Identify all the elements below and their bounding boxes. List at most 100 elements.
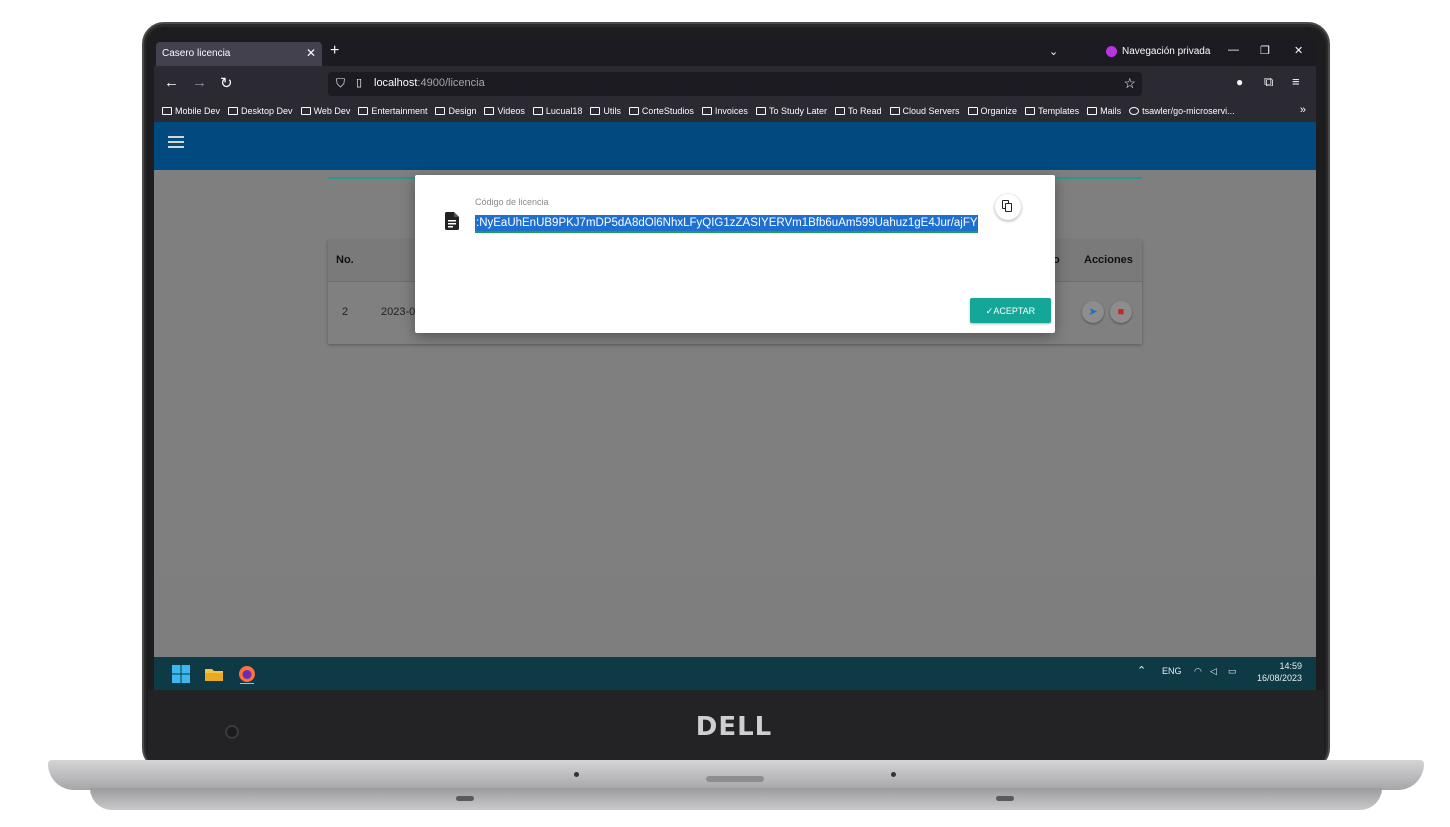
column-header-actions: Acciones — [1084, 254, 1133, 266]
tab-bar: Casero licencia ✕ + ⌄ Navegación privada… — [154, 40, 1316, 66]
clock-time: 14:59 — [1279, 661, 1302, 671]
github-icon — [1129, 107, 1140, 115]
license-code-label: Código de licencia — [475, 197, 549, 207]
bookmark-folder[interactable]: CorteStudios — [628, 106, 694, 116]
folder-icon — [484, 107, 495, 115]
forward-icon[interactable]: → — [192, 74, 207, 91]
bookmark-folder[interactable]: Utils — [590, 106, 621, 116]
bookmark-folder[interactable]: Lucual18 — [532, 106, 582, 116]
restore-icon[interactable]: ❐ — [1260, 44, 1270, 57]
laptop-foot — [996, 796, 1014, 801]
dell-logo: DELL — [695, 712, 773, 742]
send-icon[interactable]: ➤ — [1082, 301, 1104, 323]
laptop-base-lip — [90, 788, 1382, 810]
folder-icon — [358, 107, 369, 115]
bookmark-folder[interactable]: Templates — [1025, 106, 1079, 116]
copy-button[interactable] — [995, 194, 1021, 220]
tab-close-icon[interactable]: ✕ — [306, 46, 316, 60]
bookmark-folder[interactable]: Desktop Dev — [228, 106, 293, 116]
folder-icon — [967, 107, 978, 115]
bookmark-star-icon[interactable]: ☆ — [1123, 75, 1136, 92]
private-label: Navegación privada — [1122, 46, 1211, 57]
windows-start-icon[interactable] — [171, 664, 191, 684]
app-header — [154, 122, 1316, 170]
bookmark-folder[interactable]: Entertainment — [358, 106, 427, 116]
folder-icon — [834, 107, 845, 115]
folder-icon — [1087, 107, 1098, 115]
folder-icon — [1025, 107, 1036, 115]
hamburger-icon[interactable] — [168, 136, 184, 151]
private-mask-icon — [1106, 46, 1117, 57]
url-path: :4900/licencia — [417, 77, 485, 89]
base-dot — [574, 772, 579, 777]
bookmark-folder[interactable]: To Study Later — [755, 106, 827, 116]
reload-icon[interactable]: ↻ — [220, 74, 233, 92]
license-dialog: Código de licencia :NyEaUhEnUB9PKJ7mDP5d… — [415, 175, 1055, 333]
screen: Casero licencia ✕ + ⌄ Navegación privada… — [154, 40, 1316, 690]
battery-icon[interactable]: ▭ — [1228, 666, 1237, 677]
accept-label: ACEPTAR — [993, 306, 1036, 316]
bookmark-folder[interactable]: Videos — [484, 106, 525, 116]
license-code-input[interactable]: :NyEaUhEnUB9PKJ7mDP5dA8dOl6NhxLFyQIG1zZA… — [475, 213, 978, 233]
bookmarks-overflow-icon[interactable]: » — [1300, 104, 1306, 116]
folder-icon — [532, 107, 543, 115]
taskbar: ⌃ ENG ◠ ◁ ▭ 14:59 16/08/2023 — [154, 657, 1316, 690]
bookmark-folder[interactable]: Mobile Dev — [162, 106, 220, 116]
clock[interactable]: 14:59 16/08/2023 — [1257, 660, 1302, 684]
bookmark-folder[interactable]: To Read — [834, 106, 882, 116]
back-icon[interactable]: ← — [164, 74, 179, 91]
bookmark-folder[interactable]: Invoices — [701, 106, 748, 116]
cell-no: 2 — [342, 306, 349, 318]
tab-title: Casero licencia — [162, 48, 231, 59]
extensions-icon[interactable]: ⧉ — [1264, 74, 1273, 90]
chevron-down-icon[interactable]: ⌄ — [1049, 45, 1058, 58]
account-icon[interactable]: ● — [1236, 75, 1243, 89]
folder-icon — [228, 107, 239, 115]
shield-icon[interactable]: ⛉ — [336, 76, 345, 91]
folder-icon — [435, 107, 446, 115]
delete-icon[interactable]: ■ — [1110, 301, 1132, 323]
bookmark-folder[interactable]: Organize — [967, 106, 1017, 116]
accept-button[interactable]: ✓ACEPTAR — [970, 298, 1051, 323]
webcam — [225, 725, 239, 739]
license-code-value: :NyEaUhEnUB9PKJ7mDP5dA8dOl6NhxLFyQIG1zZA… — [475, 215, 978, 231]
firefox-icon[interactable] — [237, 664, 257, 684]
url-bar[interactable]: ⛉ ▯ localhost:4900/licencia ☆ — [328, 72, 1142, 96]
folder-icon — [889, 107, 900, 115]
navigation-bar: ← → ↻ ⛉ ▯ localhost:4900/licencia ☆ ● ⧉ … — [154, 66, 1316, 100]
volume-icon[interactable]: ◁ — [1210, 666, 1217, 677]
laptop-base — [48, 760, 1424, 790]
laptop-notch — [706, 776, 764, 782]
page-icon: ▯ — [356, 77, 363, 89]
minimize-icon[interactable]: — — [1228, 44, 1239, 56]
document-icon — [445, 212, 459, 230]
clock-date: 16/08/2023 — [1256, 673, 1302, 683]
url-text[interactable]: localhost:4900/licencia — [374, 77, 485, 89]
bookmark-folder[interactable]: Mails — [1087, 106, 1121, 116]
bookmark-folder[interactable]: Design — [435, 106, 476, 116]
menu-icon[interactable]: ≡ — [1292, 74, 1300, 89]
file-explorer-icon[interactable] — [204, 664, 224, 684]
column-header-no: No. — [336, 254, 354, 266]
close-window-icon[interactable]: ✕ — [1294, 44, 1303, 57]
tab-casero-licencia[interactable]: Casero licencia ✕ — [156, 42, 322, 66]
folder-icon — [755, 107, 766, 115]
folder-icon — [628, 107, 639, 115]
private-browsing-indicator: Navegación privada — [1106, 46, 1210, 57]
bookmark-github[interactable]: tsawler/go-microservi... — [1129, 106, 1235, 116]
tray-chevron-icon[interactable]: ⌃ — [1137, 664, 1146, 677]
folder-icon — [590, 107, 601, 115]
language-indicator[interactable]: ENG — [1162, 666, 1182, 676]
url-host: localhost — [374, 77, 418, 89]
cell-date: 2023-0 — [381, 306, 416, 318]
wifi-icon[interactable]: ◠ — [1194, 666, 1202, 677]
laptop-foot — [456, 796, 474, 801]
bookmark-folder[interactable]: Web Dev — [300, 106, 350, 116]
folder-icon — [162, 107, 172, 115]
bookmark-folder[interactable]: Cloud Servers — [889, 106, 960, 116]
folder-icon — [701, 107, 712, 115]
new-tab-button[interactable]: + — [330, 42, 339, 60]
base-dot — [891, 772, 896, 777]
bookmarks-bar: Mobile Dev Desktop Dev Web Dev Entertain… — [154, 100, 1316, 122]
folder-icon — [300, 107, 311, 115]
